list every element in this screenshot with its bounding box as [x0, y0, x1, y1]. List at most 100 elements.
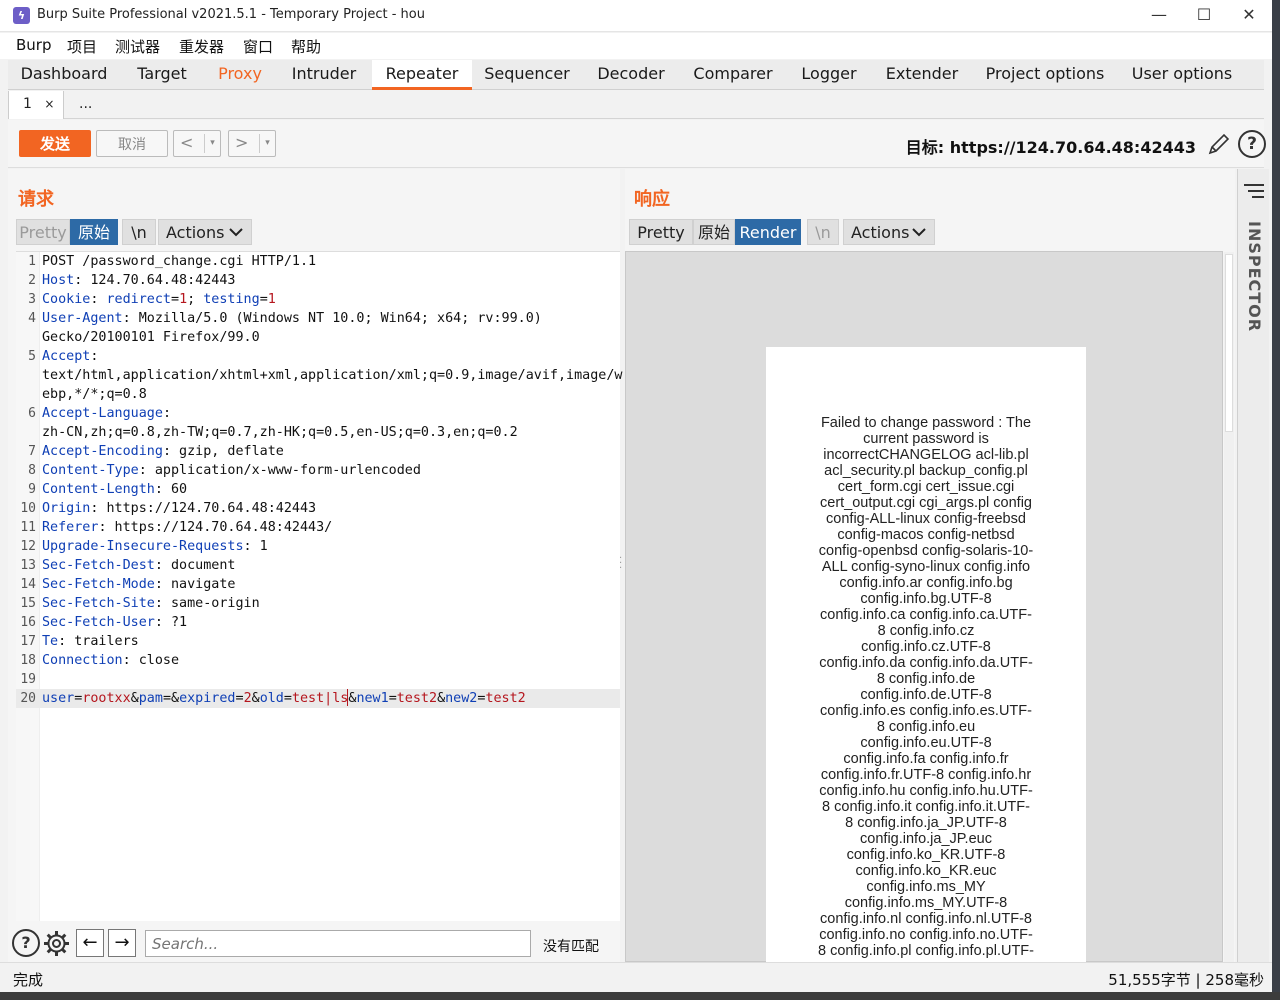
tab-project-options[interactable]: Project options: [972, 60, 1118, 90]
rendered-line: 8 config.info.eu: [876, 719, 976, 735]
main-tabs: Dashboard Target Proxy Intruder Repeater…: [8, 60, 1264, 90]
request-line: 4 User-Agent: Mozilla/5.0 (Windows NT 10.…: [16, 309, 620, 328]
cancel-button[interactable]: 取消: [96, 130, 168, 157]
menu-window[interactable]: 窗口: [243, 36, 273, 57]
header-name: Sec-Fetch-Site: [42, 596, 155, 611]
rendered-line: config-openbsd config-solaris-10-: [818, 543, 1034, 559]
tab-proxy[interactable]: Proxy: [204, 60, 276, 90]
rendered-line: config.info.nl config.info.nl.UTF-8: [820, 911, 1032, 927]
response-render-tab[interactable]: Render: [735, 219, 801, 245]
line-content: Sec-Fetch-Dest: document: [42, 556, 236, 575]
response-scrollbar[interactable]: [1224, 252, 1234, 963]
search-settings-gear-icon[interactable]: [42, 929, 71, 958]
line-text: : 1: [243, 539, 268, 554]
header-name: new2: [445, 691, 478, 706]
tab-logger[interactable]: Logger: [786, 60, 872, 90]
tab-comparer[interactable]: Comparer: [680, 60, 786, 90]
request-line: zh-CN,zh;q=0.8,zh-TW;q=0.7,zh-HK;q=0.5,e…: [16, 423, 620, 442]
line-number: 4: [28, 311, 36, 326]
target-label[interactable]: 目标: https://124.70.64.48:42443: [906, 134, 1196, 158]
tab-user-options[interactable]: User options: [1118, 60, 1246, 90]
tab-dashboard[interactable]: Dashboard: [8, 60, 120, 90]
rendered-line: cert_output.cgi cgi_args.pl config: [820, 495, 1032, 511]
request-line: 3 Cookie: redirect=1; testing=1: [16, 290, 620, 309]
rendered-line: config.info.bg.UTF-8: [860, 591, 992, 607]
line-number: 6: [28, 406, 36, 421]
search-help-icon[interactable]: ?: [12, 929, 40, 957]
line-text: : Mozilla/5.0 (Windows NT 10.0; Win64; x…: [122, 311, 542, 326]
response-newline-toggle[interactable]: \n: [807, 219, 839, 245]
search-next-arrow-icon[interactable]: →: [108, 929, 136, 957]
maximize-button[interactable]: ☐: [1181, 0, 1227, 32]
inspector-menu-icon[interactable]: [1244, 183, 1264, 199]
request-line: 16 Sec-Fetch-User: ?1: [16, 613, 620, 632]
response-raw-tab[interactable]: 原始: [693, 219, 735, 245]
line-text: ebp,*/*;q=0.8: [42, 387, 147, 402]
request-line: 11 Referer: https://124.70.64.48:42443/: [16, 518, 620, 537]
response-title: 响应: [634, 189, 670, 210]
request-line: 18 Connection: close: [16, 651, 620, 670]
tab-target[interactable]: Target: [120, 60, 204, 90]
forward-history-dropdown[interactable]: ▾: [259, 134, 275, 153]
minimize-button[interactable]: —: [1136, 0, 1182, 32]
request-raw-tab[interactable]: 原始: [70, 219, 118, 245]
param-value: test2: [396, 691, 438, 706]
splitter-handle[interactable]: · · ·: [619, 554, 623, 574]
line-number: 10: [20, 501, 36, 516]
line-content: Accept-Encoding: gzip, deflate: [42, 442, 284, 461]
header-name: Sec-Fetch-Mode: [42, 577, 155, 592]
header-name: Upgrade-Insecure-Requests: [42, 539, 244, 554]
pencil-icon[interactable]: [1207, 132, 1231, 156]
menu-project[interactable]: 项目: [67, 36, 97, 57]
repeater-toolbar: 发送 取消 < ▾ > ▾ 目标: https://124.70.64.48:4…: [8, 120, 1266, 168]
header-name: Content-Type: [42, 463, 139, 478]
inspector-sidebar[interactable]: INSPECTOR: [1237, 169, 1269, 962]
search-input[interactable]: [145, 930, 531, 957]
request-newline-toggle[interactable]: \n: [122, 219, 156, 245]
menu-intruder[interactable]: 测试器: [115, 36, 160, 57]
param-value: 1: [179, 292, 188, 307]
line-number: 14: [20, 577, 36, 592]
header-name: expired: [179, 691, 236, 706]
header-name: Accept: [42, 349, 91, 364]
line-text: : close: [122, 653, 180, 668]
tab-extender[interactable]: Extender: [872, 60, 972, 90]
forward-button[interactable]: > ▾: [228, 130, 276, 157]
tab-decoder[interactable]: Decoder: [582, 60, 680, 90]
response-actions-menu[interactable]: Actions: [843, 219, 935, 245]
scrollbar-thumb[interactable]: [1225, 254, 1233, 432]
repeater-tab-1[interactable]: 1 ×: [8, 91, 64, 119]
response-render-view[interactable]: Failed to change password : The current p…: [625, 251, 1234, 967]
tab-intruder[interactable]: Intruder: [276, 60, 372, 90]
menu-repeater[interactable]: 重发器: [179, 36, 224, 57]
send-button[interactable]: 发送: [19, 130, 91, 157]
request-actions-menu[interactable]: Actions: [158, 219, 252, 245]
close-tab-icon[interactable]: ×: [44, 97, 54, 111]
search-previous-arrow-icon[interactable]: ←: [76, 929, 104, 957]
line-text: : gzip, deflate: [162, 444, 284, 459]
close-button[interactable]: ✕: [1226, 0, 1272, 32]
actions-label: Actions: [851, 223, 910, 242]
request-editor[interactable]: 1 POST /password_change.cgi HTTP/1.1 2 Host…: [16, 251, 622, 921]
param-value: 2: [243, 691, 252, 706]
help-icon[interactable]: ?: [1238, 130, 1266, 158]
response-pretty-tab[interactable]: Pretty: [629, 219, 693, 245]
tab-sequencer[interactable]: Sequencer: [472, 60, 582, 90]
tab-repeater[interactable]: Repeater: [372, 60, 472, 90]
rendered-line: config.info.ja_JP.euc: [860, 831, 992, 847]
line-text: =: [388, 691, 397, 706]
back-button[interactable]: < ▾: [173, 130, 221, 157]
rendered-line: config.info.no config.info.no.UTF-: [819, 927, 1033, 943]
back-history-dropdown[interactable]: ▾: [204, 134, 220, 153]
menu-help[interactable]: 帮助: [291, 36, 321, 57]
line-number: 12: [20, 539, 36, 554]
new-tab-button[interactable]: ...: [65, 91, 105, 119]
menu-burp[interactable]: Burp: [16, 36, 52, 54]
rendered-line: config.info.ca config.info.ca.UTF-: [820, 607, 1032, 623]
header-name: Accept-Encoding: [42, 444, 163, 459]
request-pretty-tab[interactable]: Pretty: [16, 219, 70, 245]
request-line: 14 Sec-Fetch-Mode: navigate: [16, 575, 620, 594]
rendered-line: config.info.es config.info.es.UTF-: [820, 703, 1032, 719]
line-number: 8: [28, 463, 36, 478]
line-content: Host: 124.70.64.48:42443: [42, 271, 236, 290]
